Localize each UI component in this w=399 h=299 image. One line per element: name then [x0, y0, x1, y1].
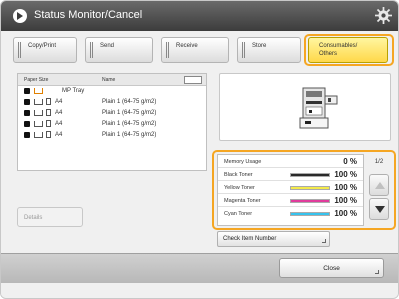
list-item[interactable]: A4 Plain 1 (64-75 g/m2) [18, 119, 206, 130]
consumables-highlight-ring [212, 150, 396, 230]
drawer-icon [24, 132, 30, 138]
status-monitor-icon [13, 9, 27, 23]
check-item-number-button[interactable]: Check Item Number [217, 231, 330, 247]
tab-send[interactable]: Send [85, 37, 153, 63]
footer [1, 283, 398, 298]
tab-copy-print[interactable]: Copy/Print [13, 37, 77, 63]
column-paper-size: Paper Size [24, 77, 49, 83]
paper-sheet-icon [46, 98, 51, 105]
list-item[interactable]: A4 Plain 1 (64-75 g/m2) [18, 108, 206, 119]
column-name: Name [102, 77, 116, 83]
tab-receive[interactable]: Receive [161, 37, 229, 63]
paper-cassette-icon [34, 121, 43, 127]
list-header: Paper Size Name [18, 74, 206, 86]
device-screen: Status Monitor/Cancel Copy/Print Send Re… [0, 0, 399, 299]
list-item[interactable]: A4 Plain 1 (64-75 g/m2) [18, 97, 206, 108]
mp-tray-icon [34, 88, 43, 94]
drawer-icon [24, 121, 30, 127]
tab-store[interactable]: Store [237, 37, 301, 63]
paper-cassette-icon [34, 132, 43, 138]
tab-marker-icon [90, 42, 93, 58]
tab-marker-icon [166, 42, 169, 58]
title-bar: Status Monitor/Cancel [1, 1, 398, 31]
list-item[interactable]: MP Tray [18, 86, 206, 97]
window-title: Status Monitor/Cancel [34, 9, 143, 21]
list-view-icon[interactable] [184, 76, 202, 84]
paper-sheet-icon [46, 109, 51, 116]
printer-icon [299, 87, 338, 129]
printer-status-panel [219, 73, 391, 141]
close-button[interactable]: Close [279, 258, 384, 278]
drawer-icon [24, 99, 30, 105]
details-button[interactable]: Details [17, 207, 83, 227]
paper-sheet-icon [46, 131, 51, 138]
paper-sheet-icon [46, 120, 51, 127]
tab-highlight-ring [304, 34, 394, 66]
tab-marker-icon [18, 42, 21, 58]
tab-marker-icon [242, 42, 245, 58]
list-item[interactable]: A4 Plain 1 (64-75 g/m2) [18, 130, 206, 141]
settings-gear-icon[interactable] [375, 7, 392, 24]
paper-source-list: Paper Size Name MP Tray A4 Plain 1 (64-7… [17, 73, 207, 171]
corner-mark-icon [322, 239, 326, 243]
paper-cassette-icon [34, 110, 43, 116]
drawer-icon [24, 110, 30, 116]
corner-mark-icon [375, 270, 379, 274]
drawer-icon [24, 88, 30, 94]
paper-cassette-icon [34, 99, 43, 105]
